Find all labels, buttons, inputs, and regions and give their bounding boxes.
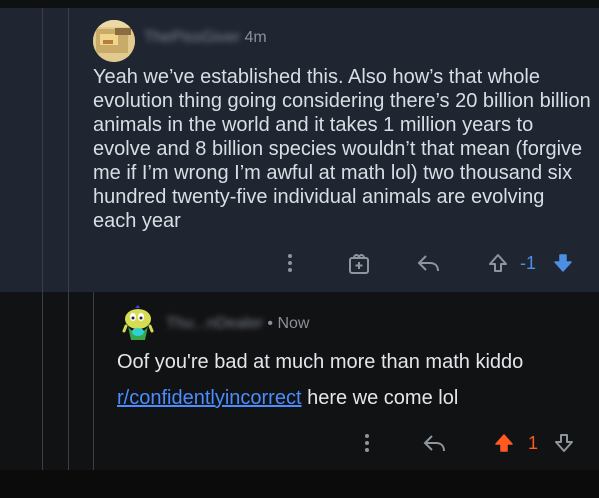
upvote-icon[interactable] bbox=[486, 251, 510, 275]
comment-body-line-2: r/confidentlyincorrect here we come lol bbox=[117, 386, 587, 410]
upvote-icon[interactable] bbox=[492, 431, 516, 455]
username-text[interactable]: Thu...nDealer bbox=[166, 315, 263, 333]
avatar[interactable] bbox=[93, 20, 135, 62]
comment-thread: ThePissGiver 4m Yeah we’ve established t… bbox=[0, 0, 599, 498]
top-bar bbox=[0, 0, 599, 8]
avatar[interactable] bbox=[121, 304, 155, 346]
thread-line bbox=[68, 292, 69, 470]
downvote-icon[interactable] bbox=[552, 431, 576, 455]
username[interactable]: Thu...nDealer • Now bbox=[166, 315, 309, 333]
thread-line bbox=[68, 8, 69, 292]
timestamp: Now bbox=[277, 315, 310, 332]
avatar-icon bbox=[122, 305, 154, 340]
timestamp: 4m bbox=[244, 29, 267, 46]
bottom-bar bbox=[0, 470, 599, 498]
thread-line bbox=[93, 292, 94, 470]
avatar-icon bbox=[93, 20, 135, 62]
thread-line bbox=[42, 292, 43, 470]
award-icon[interactable] bbox=[345, 251, 373, 275]
comment-body: Yeah we’ve established this. Also how’s … bbox=[93, 66, 591, 232]
more-icon[interactable] bbox=[278, 251, 302, 275]
more-icon[interactable] bbox=[355, 431, 379, 455]
reply-icon[interactable] bbox=[421, 431, 449, 455]
downvote-icon[interactable] bbox=[551, 251, 575, 275]
vote-score: -1 bbox=[520, 253, 537, 273]
username[interactable]: ThePissGiver 4m bbox=[144, 29, 267, 47]
comment-body: Oof you're bad at much more than math ki… bbox=[117, 351, 524, 373]
separator-dot: • bbox=[267, 315, 273, 332]
subreddit-link[interactable]: r/confidentlyincorrect bbox=[117, 387, 302, 409]
reply-icon[interactable] bbox=[415, 251, 443, 275]
comment-body-after-link: here we come lol bbox=[301, 387, 459, 409]
username-text[interactable]: ThePissGiver bbox=[144, 29, 240, 47]
thread-line bbox=[42, 8, 43, 292]
vote-score: 1 bbox=[528, 433, 539, 453]
